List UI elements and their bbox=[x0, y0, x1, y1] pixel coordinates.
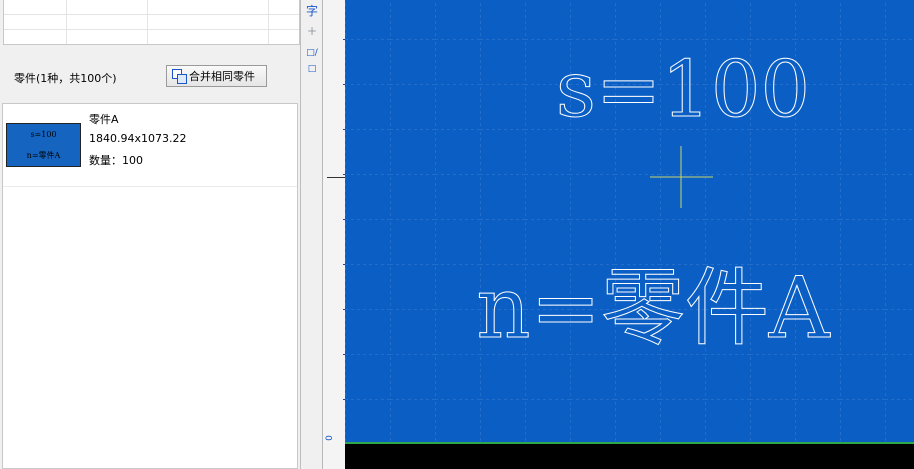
vertical-ruler: 0 bbox=[322, 0, 355, 469]
canvas-bottom-edge bbox=[345, 442, 914, 469]
parts-list: s=100 n=零件A 零件A 1840.94x1073.22 数量：100 bbox=[2, 103, 298, 469]
list-item[interactable]: s=100 n=零件A 零件A 1840.94x1073.22 数量：100 bbox=[3, 104, 297, 187]
grid-line bbox=[4, 14, 299, 15]
left-panel: 零件(1种，共100个) 合并相同零件 s=100 n=零件A 零件A 1840… bbox=[0, 0, 300, 469]
part-count: 数量：100 bbox=[89, 154, 143, 167]
merge-button-label: 合并相同零件 bbox=[189, 70, 255, 83]
thumbnail-text-line1: s=100 bbox=[30, 130, 57, 139]
grid-line bbox=[147, 0, 148, 44]
merge-same-parts-button[interactable]: 合并相同零件 bbox=[166, 65, 267, 87]
parameter-grid[interactable] bbox=[3, 0, 300, 45]
merge-icon bbox=[172, 69, 187, 84]
part-size: 1840.94x1073.22 bbox=[89, 132, 187, 145]
canvas-drawing: s=100 n=零件A bbox=[345, 0, 914, 442]
canvas-text-line1[interactable]: s=100 bbox=[555, 45, 810, 136]
grid-line bbox=[268, 0, 269, 44]
thumbnail-text-line2: n=零件A bbox=[26, 151, 61, 160]
part-name: 零件A bbox=[89, 113, 119, 126]
grid-line bbox=[4, 29, 299, 30]
tool-strip: 字 + □/□ bbox=[300, 0, 323, 469]
measure-tool-button[interactable]: □/□ bbox=[303, 45, 321, 74]
ruler-zero-label: 0 bbox=[324, 435, 335, 441]
text-tool-button[interactable]: 字 bbox=[303, 3, 321, 19]
grid-line bbox=[66, 0, 67, 44]
canvas-text-line2[interactable]: n=零件A bbox=[476, 259, 831, 358]
part-thumbnail: s=100 n=零件A bbox=[6, 123, 81, 167]
drawing-canvas[interactable]: s=100 n=零件A bbox=[345, 0, 914, 442]
parts-summary: 零件(1种，共100个) bbox=[14, 72, 117, 85]
parts-header: 零件(1种，共100个) 合并相同零件 bbox=[0, 50, 300, 102]
crosshair-tool-button[interactable]: + bbox=[303, 23, 321, 39]
